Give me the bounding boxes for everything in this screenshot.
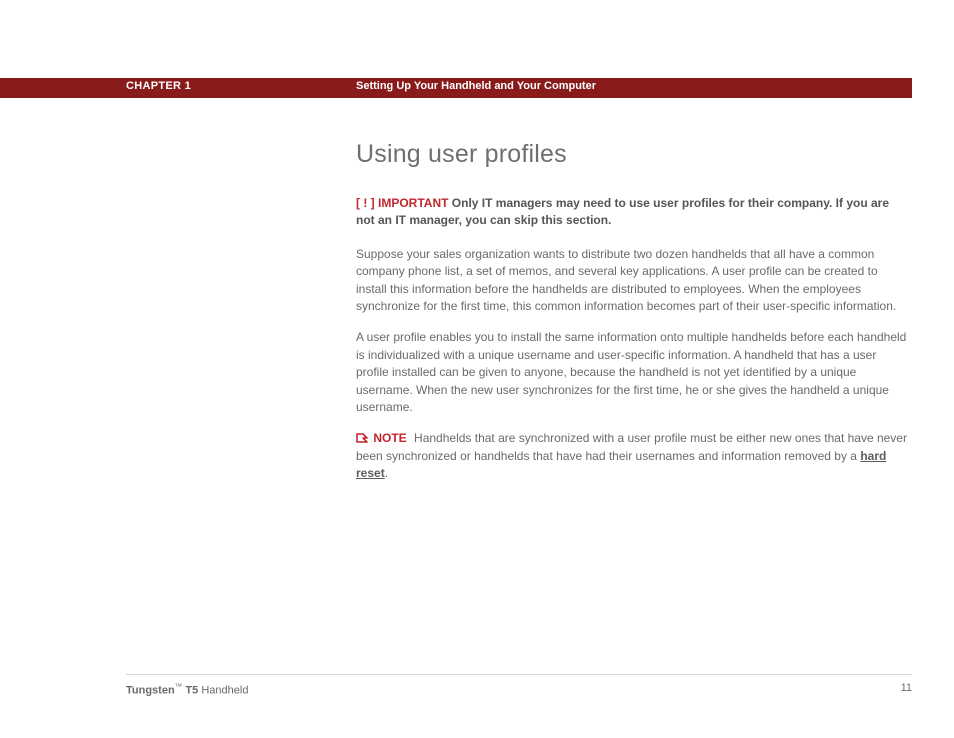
footer-divider	[126, 674, 912, 675]
footer-suffix: Handheld	[198, 685, 248, 697]
footer-brand: Tungsten™ T5 Handheld	[126, 682, 248, 697]
chapter-label: CHAPTER 1	[126, 80, 191, 92]
paragraph-1: Suppose your sales organization wants to…	[356, 246, 908, 316]
paragraph-2: A user profile enables you to install th…	[356, 329, 908, 416]
page-title: Using user profiles	[356, 140, 908, 169]
note-text-before: Handhelds that are synchronized with a u…	[356, 431, 907, 462]
important-bang: !	[360, 196, 371, 210]
document-page: CHAPTER 1 Setting Up Your Handheld and Y…	[0, 0, 954, 738]
section-title: Setting Up Your Handheld and Your Comput…	[356, 80, 596, 92]
footer-model: T5	[182, 685, 198, 697]
important-callout: [ ! ] IMPORTANT Only IT managers may nee…	[356, 195, 908, 230]
note-icon	[356, 433, 368, 443]
footer-brand-name: Tungsten	[126, 685, 175, 697]
note-callout: NOTE Handhelds that are synchronized wit…	[356, 430, 908, 482]
note-text-after: .	[385, 466, 388, 480]
content-area: Using user profiles [ ! ] IMPORTANT Only…	[356, 140, 908, 482]
important-label: IMPORTANT	[375, 196, 452, 210]
page-number: 11	[901, 682, 912, 694]
note-label: NOTE	[373, 431, 406, 445]
